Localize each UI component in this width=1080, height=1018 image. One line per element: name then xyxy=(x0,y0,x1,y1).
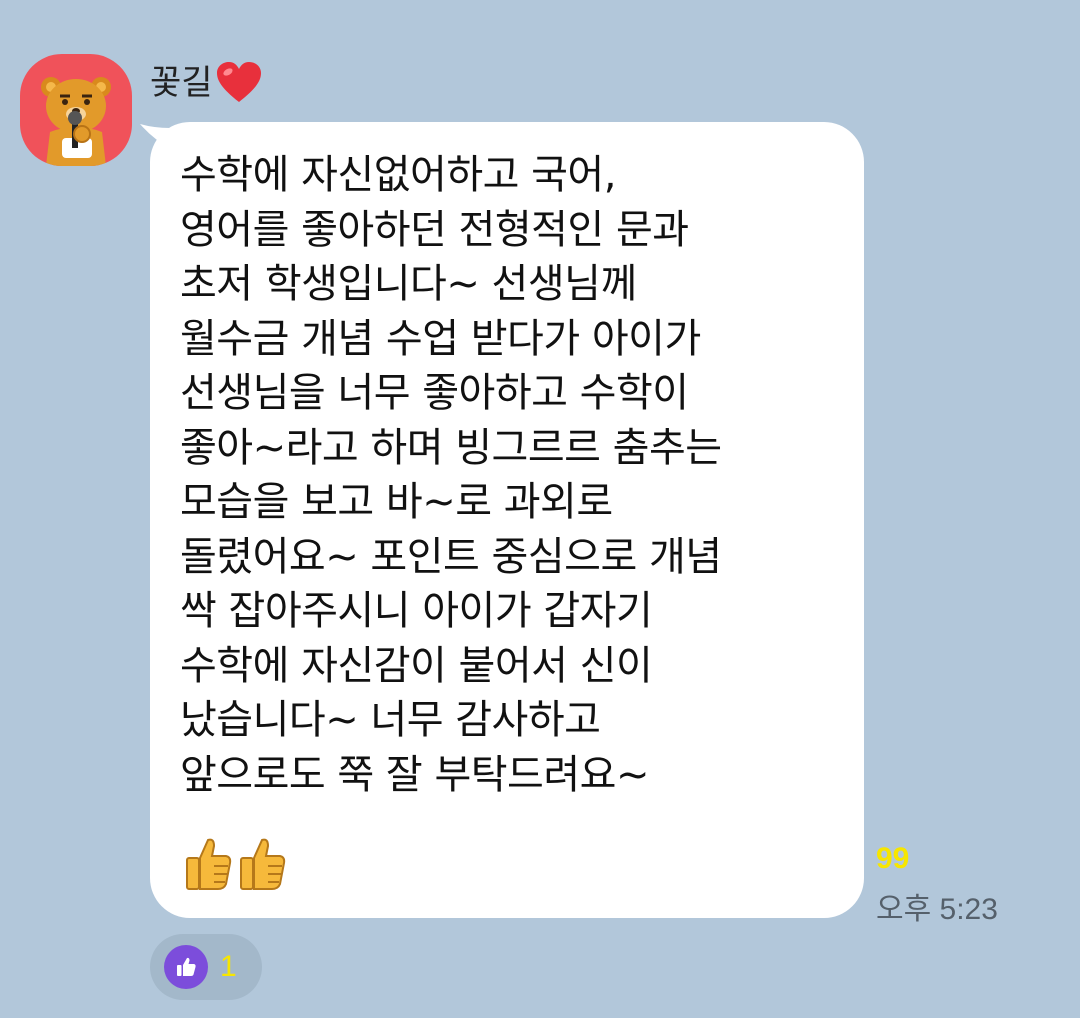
thumbs-up-icon xyxy=(240,838,286,890)
unread-count: 99 xyxy=(876,842,910,875)
thumbs-up-icon xyxy=(164,945,208,989)
reaction-badge[interactable]: 1 xyxy=(150,934,262,1000)
sender-name-row: 꽃길 xyxy=(150,60,263,106)
message-text: 수학에 자신없어하고 국어, 영어를 좋아하던 전형적인 문과 초저 학생입니다… xyxy=(180,152,722,798)
bear-character-icon xyxy=(41,77,111,166)
message-emoji-row xyxy=(184,836,286,892)
message-bubble[interactable]: 수학에 자신없어하고 국어, 영어를 좋아하던 전형적인 문과 초저 학생입니다… xyxy=(150,122,864,918)
avatar[interactable] xyxy=(20,54,132,166)
red-heart-icon xyxy=(216,62,261,102)
message-time: 오후 5:23 xyxy=(876,893,998,926)
thumbs-up-icon xyxy=(186,838,232,890)
reaction-count: 1 xyxy=(220,950,237,983)
sender-name: 꽃길 xyxy=(150,63,213,103)
